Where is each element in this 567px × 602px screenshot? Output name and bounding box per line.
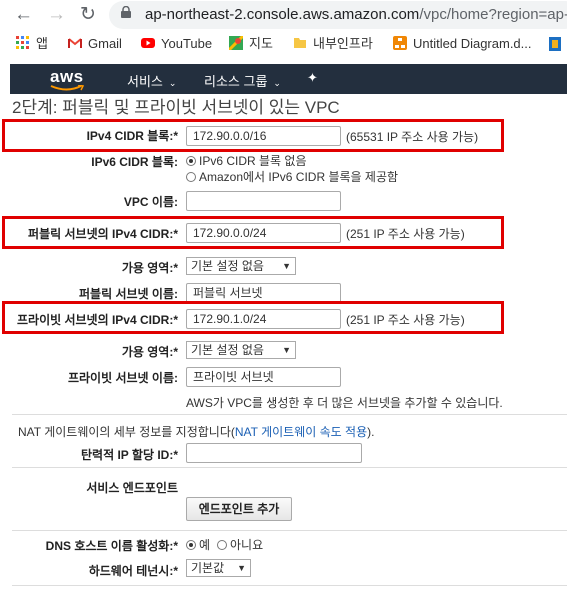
eip-input[interactable] bbox=[186, 443, 362, 463]
resource-groups-menu[interactable]: 리소스 그룹 ⌄ bbox=[204, 71, 281, 90]
vpc-name-label: VPC 이름: bbox=[123, 195, 178, 209]
drawio-icon bbox=[393, 36, 407, 50]
ipv4-cidr-note: (65531 IP 주소 사용 가능) bbox=[346, 130, 479, 144]
ipv6-option-none-label: IPv6 CIDR 블록 없음 bbox=[199, 154, 307, 168]
private-az-value: 기본 설정 없음 bbox=[191, 343, 264, 357]
url-host: ap-northeast-2.console.aws.amazon.com bbox=[145, 6, 420, 23]
aws-console-navbar: aws 서비스 ⌄ 리소스 그룹 ⌄ ✦ bbox=[10, 64, 567, 94]
back-arrow-icon[interactable]: ← bbox=[14, 5, 33, 25]
resource-groups-label: 리소스 그룹 bbox=[204, 74, 268, 89]
public-az-label: 가용 영역:* bbox=[121, 261, 178, 275]
ipv6-cidr-label: IPv6 CIDR 블록: bbox=[91, 155, 178, 169]
folder-icon bbox=[294, 38, 306, 48]
dns-yes-option[interactable]: 예 bbox=[186, 536, 210, 553]
youtube-icon bbox=[141, 38, 155, 48]
radio-unselected-icon[interactable] bbox=[186, 172, 196, 182]
public-name-input[interactable]: 퍼블릭 서브넷 bbox=[186, 283, 341, 303]
page-title: 2단계: 퍼블릭 및 프라이빗 서브넷이 있는 VPC bbox=[12, 98, 340, 117]
bookmark-apps[interactable]: 앱 bbox=[16, 35, 48, 53]
services-label: 서비스 bbox=[127, 74, 163, 89]
bookmark-drawio[interactable]: Untitled Diagram.d... bbox=[393, 35, 532, 53]
private-name-input[interactable]: 프라이빗 서브넷 bbox=[186, 367, 341, 387]
reload-icon[interactable]: ↻ bbox=[80, 5, 96, 25]
radio-selected-icon[interactable] bbox=[186, 156, 196, 166]
tenancy-label: 하드웨어 테넌시:* bbox=[88, 564, 178, 578]
bookmark-maps[interactable]: 지도 bbox=[229, 35, 273, 53]
divider bbox=[12, 530, 567, 531]
bookmark-label: 지도 bbox=[249, 36, 273, 51]
services-menu[interactable]: 서비스 ⌄ bbox=[127, 71, 176, 90]
radio-selected-icon[interactable] bbox=[186, 540, 196, 550]
divider bbox=[12, 414, 567, 415]
forward-arrow-icon[interactable]: → bbox=[47, 5, 66, 25]
dns-no-label: 아니요 bbox=[230, 538, 264, 552]
bookmark-label: Gmail bbox=[88, 36, 122, 51]
nat-description: NAT 게이트웨이의 세부 정보를 지정합니다(NAT 게이트웨이 속도 적용)… bbox=[18, 423, 374, 440]
bookmark-label: Untitled Diagram.d... bbox=[413, 36, 532, 51]
dns-label: DNS 호스트 이름 활성화:* bbox=[45, 539, 178, 553]
dns-yes-label: 예 bbox=[199, 538, 211, 552]
nat-pricing-link[interactable]: NAT 게이트웨이 속도 적용 bbox=[235, 425, 367, 439]
ipv6-option-none[interactable]: IPv6 CIDR 블록 없음 bbox=[186, 152, 307, 169]
chevron-down-icon: ⌄ bbox=[168, 78, 177, 88]
dropdown-arrow-icon: ▼ bbox=[237, 563, 246, 573]
public-cidr-note: (251 IP 주소 사용 가능) bbox=[346, 227, 465, 241]
bookmark-youtube[interactable]: YouTube bbox=[141, 35, 212, 53]
private-cidr-note: (251 IP 주소 사용 가능) bbox=[346, 313, 465, 327]
aws-logo[interactable]: aws bbox=[50, 67, 84, 87]
private-az-select[interactable]: 기본 설정 없음 ▼ bbox=[186, 341, 296, 359]
dropdown-arrow-icon: ▼ bbox=[282, 345, 291, 355]
tenancy-value: 기본값 bbox=[191, 561, 225, 575]
chevron-down-icon: ⌄ bbox=[273, 78, 281, 88]
public-az-select[interactable]: 기본 설정 없음 ▼ bbox=[186, 257, 296, 275]
ipv6-option-amazon-label: Amazon에서 IPv6 CIDR 블록을 제공함 bbox=[199, 170, 399, 184]
apps-grid-icon bbox=[16, 36, 29, 49]
public-cidr-label: 퍼블릭 서브넷의 IPv4 CIDR:* bbox=[28, 227, 178, 241]
ipv4-cidr-input[interactable]: 172.90.0.0/16 bbox=[186, 126, 341, 146]
ipv4-cidr-label: IPv4 CIDR 블록:* bbox=[86, 129, 178, 143]
dropdown-arrow-icon: ▼ bbox=[282, 261, 291, 271]
radio-unselected-icon[interactable] bbox=[217, 540, 227, 550]
lock-icon bbox=[121, 6, 131, 18]
private-cidr-label: 프라이빗 서브넷의 IPv4 CIDR:* bbox=[16, 313, 178, 327]
public-cidr-input[interactable]: 172.90.0.0/24 bbox=[186, 223, 341, 243]
endpoints-label: 서비스 엔드포인트 bbox=[86, 481, 178, 495]
browser-chrome: ← → ↻ ap-northeast-2.console.aws.amazon.… bbox=[0, 0, 567, 64]
bookmark-gmail[interactable]: Gmail bbox=[68, 35, 122, 53]
ipv6-option-amazon[interactable]: Amazon에서 IPv6 CIDR 블록을 제공함 bbox=[186, 168, 398, 185]
tenancy-select[interactable]: 기본값 ▼ bbox=[186, 559, 251, 577]
url-path: /vpc/home?region=ap-no bbox=[419, 6, 567, 23]
subnet-hint: AWS가 VPC를 생성한 후 더 많은 서브넷을 추가할 수 있습니다. bbox=[186, 396, 503, 410]
private-name-label: 프라이빗 서브넷 이름: bbox=[67, 371, 178, 385]
bookmark-label: 앱 bbox=[36, 36, 48, 51]
gmail-icon bbox=[68, 38, 82, 48]
aws-smile-icon bbox=[50, 85, 84, 91]
maps-icon bbox=[229, 36, 243, 50]
private-cidr-input[interactable]: 172.90.1.0/24 bbox=[186, 309, 341, 329]
eip-label: 탄력적 IP 할당 ID:* bbox=[81, 448, 178, 462]
nat-text-after: ). bbox=[367, 425, 375, 439]
dns-no-option[interactable]: 아니요 bbox=[217, 536, 263, 553]
public-name-label: 퍼블릭 서브넷 이름: bbox=[79, 287, 178, 301]
nat-text-before: NAT 게이트웨이의 세부 정보를 지정합니다( bbox=[18, 425, 235, 439]
bookmark-label: YouTube bbox=[161, 36, 213, 51]
divider bbox=[12, 467, 567, 468]
bookmark-extension-icon[interactable] bbox=[549, 37, 561, 51]
public-az-value: 기본 설정 없음 bbox=[191, 259, 264, 273]
private-az-label: 가용 영역:* bbox=[121, 345, 178, 359]
divider bbox=[12, 585, 567, 586]
add-endpoint-button[interactable]: 엔드포인트 추가 bbox=[186, 497, 292, 521]
url-text[interactable]: ap-northeast-2.console.aws.amazon.com/vp… bbox=[145, 6, 567, 23]
pin-icon[interactable]: ✦ bbox=[307, 70, 318, 86]
bookmark-label: 내부인프라 bbox=[313, 36, 373, 51]
vpc-name-input[interactable] bbox=[186, 191, 341, 211]
bookmark-infra[interactable]: 내부인프라 bbox=[293, 35, 373, 53]
